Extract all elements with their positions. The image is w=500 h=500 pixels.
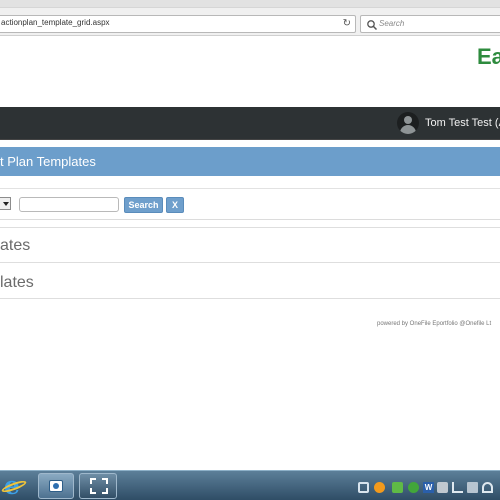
section-divider [0, 298, 500, 299]
reload-icon[interactable]: ↻ [343, 18, 351, 30]
browser-tab-strip [0, 0, 500, 8]
section-divider [0, 262, 500, 263]
brand-logo[interactable]: Ea [477, 44, 500, 70]
dropdown-arrow-icon [3, 202, 9, 206]
clear-button[interactable]: X [166, 197, 184, 213]
tray-dropbox-icon[interactable] [358, 482, 369, 493]
tray-flag-icon[interactable] [452, 482, 463, 493]
search-button[interactable]: Search [124, 197, 163, 213]
tray-volume-icon[interactable] [482, 482, 493, 493]
tray-green-icon[interactable] [392, 482, 403, 493]
powered-by-footer: powered by OneFile Eportfolio @Onefile L… [377, 321, 492, 327]
browser-search-field[interactable]: Search [360, 15, 500, 33]
snipping-tool-icon [49, 480, 63, 492]
taskbar-screen-recorder[interactable] [79, 473, 117, 499]
search-input[interactable] [19, 197, 119, 212]
internet-explorer-icon[interactable]: e [0, 471, 30, 500]
browser-toolbar: actionplan_template_grid.aspx ↻ Search [0, 0, 500, 36]
logo-area [0, 37, 500, 107]
section-divider [0, 227, 500, 228]
address-bar[interactable]: actionplan_template_grid.aspx ↻ [0, 15, 356, 33]
search-icon [367, 20, 378, 31]
tray-network-icon[interactable] [467, 482, 478, 493]
avatar-body [400, 125, 416, 134]
screen-recorder-icon [90, 478, 108, 494]
address-url[interactable]: actionplan_template_grid.aspx [1, 18, 110, 27]
page-title: t Plan Templates [0, 154, 96, 169]
avatar-head [404, 116, 412, 124]
filter-dropdown[interactable] [0, 197, 11, 210]
user-name[interactable]: Tom Test Test (As [425, 117, 500, 129]
tray-word-icon[interactable]: W [423, 482, 434, 493]
tray-app-icon[interactable] [437, 482, 448, 493]
section-heading-1[interactable]: ates [0, 237, 30, 255]
search-placeholder: Search [379, 19, 405, 28]
tray-sync-icon[interactable] [408, 482, 419, 493]
user-avatar-icon[interactable] [397, 112, 419, 134]
taskbar-snipping-tool[interactable] [38, 473, 74, 499]
tray-orange-icon[interactable] [374, 482, 385, 493]
section-heading-2[interactable]: lates [0, 274, 34, 292]
